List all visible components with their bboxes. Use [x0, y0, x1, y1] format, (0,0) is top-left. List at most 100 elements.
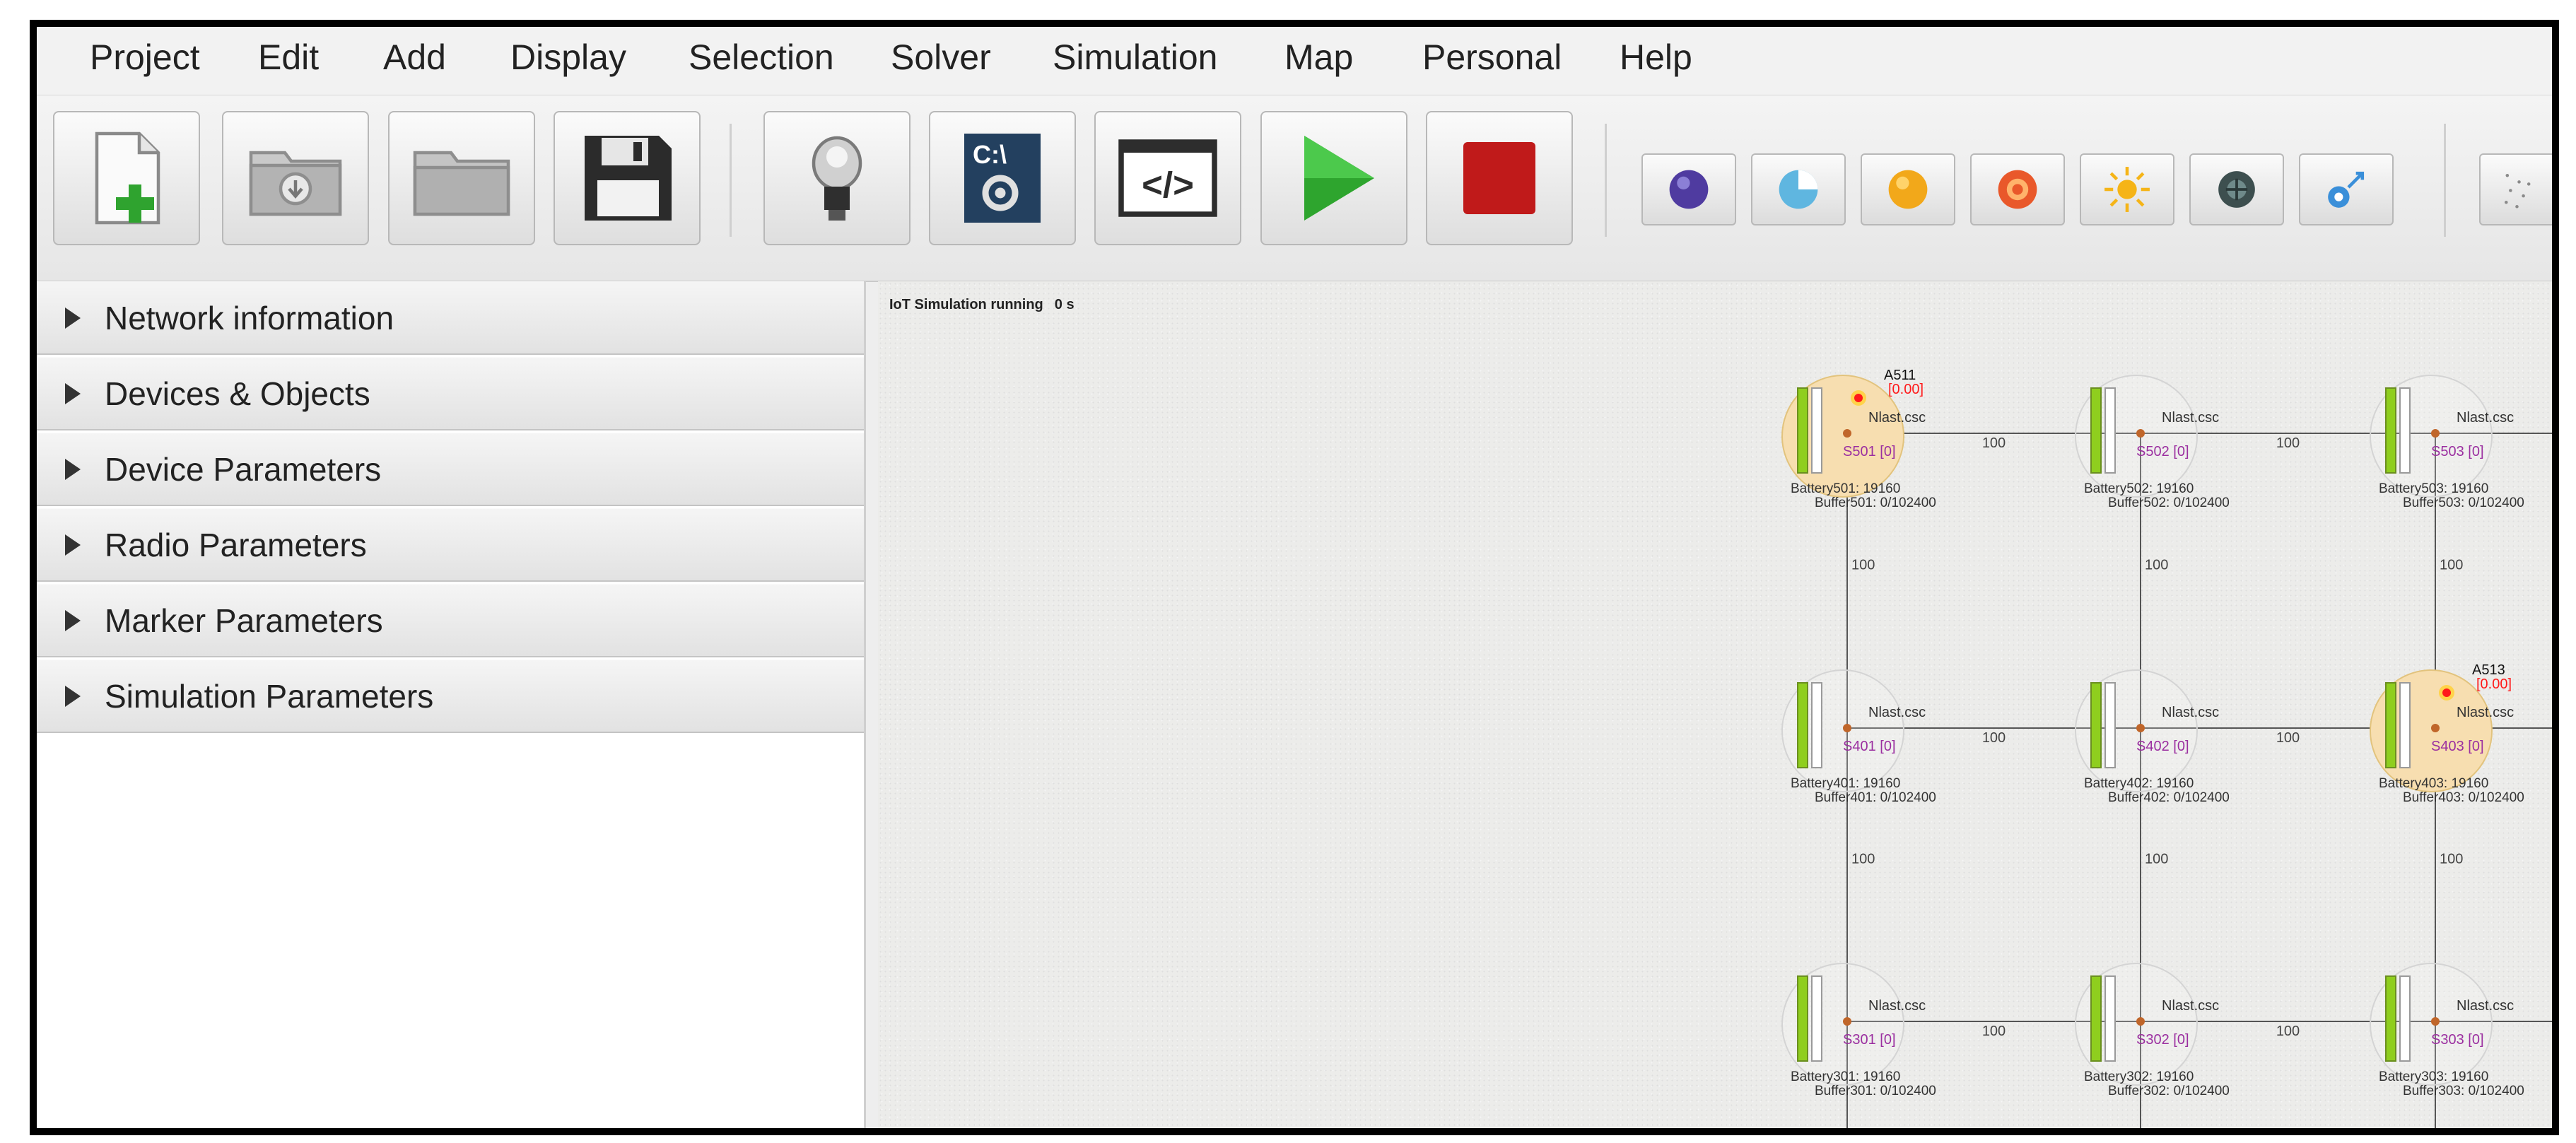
node-id-label: S402 [0] — [2136, 739, 2189, 754]
node-buffer-label: Buffer401: 0/102400 — [1815, 790, 1936, 805]
node-buffer-label: Buffer502: 0/102400 — [2108, 496, 2230, 510]
open-folder-button[interactable] — [388, 111, 535, 245]
console-button[interactable]: C:\ — [929, 111, 1076, 245]
node-script-label: Nlast.csc — [2457, 705, 2514, 720]
stop-icon — [1463, 142, 1535, 214]
app-window: Project Edit Add Display Selection Solve… — [30, 20, 2559, 1135]
sensor-node-dot — [2136, 724, 2145, 732]
sensor-node-dot — [1843, 724, 1851, 732]
menu-simulation[interactable]: Simulation — [1053, 37, 1217, 78]
sensor-button-red-ring[interactable] — [1970, 153, 2065, 225]
menu-add[interactable]: Add — [383, 37, 446, 78]
mobile-marker-icon — [2328, 171, 2365, 208]
import-button[interactable] — [222, 111, 369, 245]
node-script-label: Nlast.csc — [2162, 410, 2219, 426]
battery-level-bar — [2385, 682, 2396, 768]
menu-display[interactable]: Display — [510, 37, 626, 78]
menu-project[interactable]: Project — [90, 37, 200, 78]
code-button[interactable]: </> — [1094, 111, 1241, 245]
section-label: Network information — [105, 300, 394, 336]
link-weight-label: 100 — [2440, 558, 2463, 573]
node-buffer-label: Buffer501: 0/102400 — [1815, 496, 1936, 510]
orange-sphere-icon — [1888, 170, 1928, 209]
node-battery-label: Battery301: 19160 — [1791, 1069, 1900, 1084]
node-battery-label: Battery402: 19160 — [2084, 776, 2194, 791]
node-battery-label: Battery401: 19160 — [1791, 776, 1900, 791]
node-id-label: S502 [0] — [2136, 444, 2189, 459]
left-panel: Network information Devices & Objects De… — [37, 281, 866, 1128]
menu-solver[interactable]: Solver — [891, 37, 991, 78]
run-simulation-button[interactable] — [1260, 111, 1407, 245]
node-battery-label: Battery403: 19160 — [2379, 776, 2488, 791]
node-battery-label: Battery502: 19160 — [2084, 481, 2194, 496]
bulb-button[interactable] — [763, 111, 911, 245]
menu-help[interactable]: Help — [1620, 37, 1692, 78]
stop-simulation-button[interactable] — [1426, 111, 1573, 245]
svg-text:</>: </> — [1142, 165, 1194, 205]
battery-level-bar — [2090, 682, 2102, 768]
sensor-node-dot — [2136, 429, 2145, 438]
sensor-button-scatter[interactable] — [2479, 153, 2552, 225]
buffer-level-bar — [1811, 682, 1822, 768]
toolbar-separator — [2444, 124, 2446, 237]
section-label: Simulation Parameters — [105, 678, 434, 715]
simulation-map-canvas[interactable]: IoT Simulation running 0 s 100 100 100 100 10… — [878, 281, 2552, 1128]
new-project-button[interactable] — [53, 111, 200, 245]
section-radio-parameters[interactable]: Radio Parameters — [37, 508, 864, 582]
section-simulation-parameters[interactable]: Simulation Parameters — [37, 660, 864, 733]
sensor-button-purple-sphere[interactable] — [1641, 153, 1736, 225]
import-folder-icon — [249, 151, 342, 216]
section-label: Device Parameters — [105, 451, 382, 488]
section-label: Radio Parameters — [105, 527, 367, 563]
buffer-level-bar — [2104, 975, 2116, 1062]
node-script-label: Nlast.csc — [2457, 998, 2514, 1014]
node-buffer-label: Buffer303: 0/102400 — [2403, 1084, 2524, 1098]
agent-name-label: A511 — [1884, 368, 1916, 383]
node-id-label: S401 [0] — [1843, 739, 1896, 754]
link-weight-label: 100 — [2145, 558, 2168, 573]
code-editor-icon: </> — [1118, 139, 1217, 217]
menu-selection[interactable]: Selection — [689, 37, 834, 78]
expand-arrow-icon — [65, 383, 81, 404]
sensor-button-gas[interactable] — [2189, 153, 2284, 225]
battery-level-bar — [2090, 975, 2102, 1062]
link-weight-label: 100 — [1982, 435, 2006, 451]
section-device-parameters[interactable]: Device Parameters — [37, 433, 864, 506]
node-script-label: Nlast.csc — [1868, 998, 1926, 1014]
link-weight-label: 100 — [1982, 1024, 2006, 1039]
link-weight-label: 100 — [1851, 852, 1875, 867]
section-marker-parameters[interactable]: Marker Parameters — [37, 584, 864, 657]
expand-arrow-icon — [65, 534, 81, 556]
light-bulb-icon — [812, 136, 862, 221]
sensor-button-blue-pie[interactable] — [1751, 153, 1846, 225]
new-file-icon — [95, 131, 160, 225]
sensor-button-orange-sphere[interactable] — [1861, 153, 1955, 225]
menu-bar: Project Edit Add Display Selection Solve… — [37, 27, 2552, 95]
sensor-node-dot — [2431, 1017, 2440, 1026]
sensor-node-dot — [1843, 1017, 1851, 1026]
battery-level-bar — [2090, 387, 2102, 474]
sensor-node-dot — [1843, 429, 1851, 438]
menu-map[interactable]: Map — [1284, 37, 1353, 78]
console-gear-icon: C:\ — [964, 134, 1041, 223]
agent-name-label: A513 — [2472, 662, 2505, 678]
node-buffer-label: Buffer301: 0/102400 — [1815, 1084, 1936, 1098]
section-network-information[interactable]: Network information — [37, 281, 864, 355]
buffer-level-bar — [2104, 387, 2116, 474]
node-script-label: Nlast.csc — [2457, 410, 2514, 426]
node-id-label: S503 [0] — [2431, 444, 2484, 459]
node-id-label: S403 [0] — [2431, 739, 2484, 754]
menu-personal[interactable]: Personal — [1422, 37, 1562, 78]
battery-level-bar — [2385, 387, 2396, 474]
section-devices-objects[interactable]: Devices & Objects — [37, 357, 864, 430]
node-id-label: S301 [0] — [1843, 1032, 1896, 1048]
expand-arrow-icon — [65, 307, 81, 329]
sensor-button-mobile-marker[interactable] — [2299, 153, 2394, 225]
menu-edit[interactable]: Edit — [258, 37, 319, 78]
node-script-label: Nlast.csc — [2162, 998, 2219, 1014]
save-button[interactable] — [554, 111, 701, 245]
agent-value-label: [0.00] — [2476, 676, 2512, 692]
buffer-level-bar — [2399, 387, 2411, 474]
sensor-button-sun[interactable] — [2080, 153, 2174, 225]
svg-text:C:\: C:\ — [973, 140, 1007, 169]
